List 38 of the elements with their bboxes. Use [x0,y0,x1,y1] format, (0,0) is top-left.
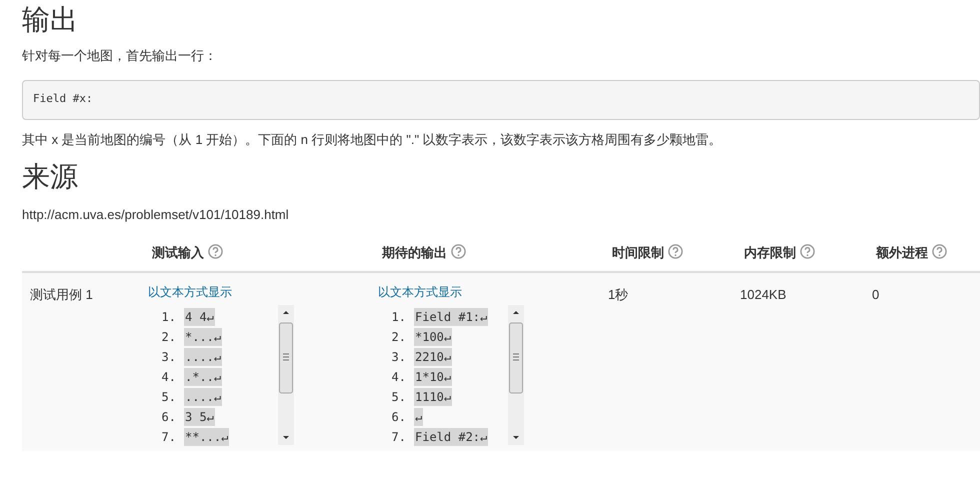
line-number: 4. [160,368,177,386]
table-cell: 1秒 [608,286,628,302]
line-number: 3. [390,348,407,366]
line-number: 6. [160,408,177,426]
scrollbar[interactable] [278,304,294,444]
scrollbar[interactable] [508,304,524,444]
section-heading: 输出 [22,3,79,37]
help-icon[interactable] [451,244,466,258]
help-icon[interactable] [668,244,683,258]
paragraph: 其中 x 是当前地图的编号（从 1 开始）。下面的 n 行则将地图中的 "." 以数字表示，该数字表示该方格周围有多少颗地雷。 [22,130,723,148]
column-header: 内存限制 [744,244,815,260]
help-icon[interactable] [800,244,815,258]
line-number: 5. [160,388,177,406]
table-cell: 1024KB [740,286,786,302]
source-url: http://acm.uva.es/problemset/v101/10189.html [22,206,290,224]
help-icon[interactable] [932,244,947,258]
line-number: 3. [160,348,177,366]
column-header: 期待的输出 [382,244,466,260]
code-block: Field #x: [22,80,980,120]
paragraph: 针对每一个地图，首先输出一行： [22,47,218,65]
line-number: 6. [390,408,407,426]
help-icon[interactable] [208,244,223,258]
line-number: 7. [390,428,407,446]
table-cell: 0 [872,286,880,302]
show-as-text-link[interactable]: 以文本方式显示 [148,282,378,300]
line-number: 1. [390,308,407,326]
table-cell: 测试用例 1 [30,286,93,302]
line-number: 5. [390,388,407,406]
line-number: 1. [160,308,177,326]
column-header: 测试输入 [152,244,223,260]
column-header: 时间限制 [612,244,683,260]
line-number: 2. [160,328,177,346]
section-heading: 来源 [22,160,79,194]
line-number: 2. [390,328,407,346]
column-header: 额外进程 [876,244,947,260]
show-as-text-link[interactable]: 以文本方式显示 [378,282,608,300]
line-number: 4. [390,368,407,386]
line-number: 7. [160,428,177,446]
